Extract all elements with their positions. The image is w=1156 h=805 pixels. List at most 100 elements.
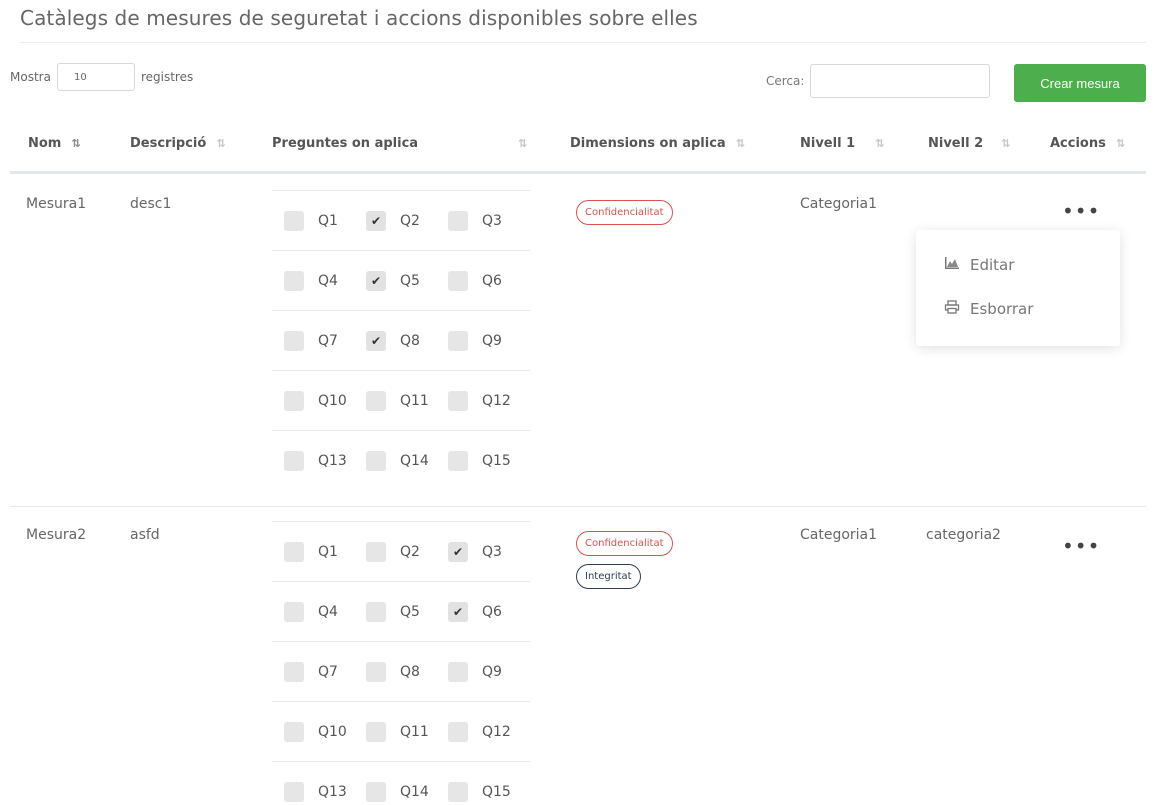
- question-checkbox[interactable]: [284, 781, 304, 802]
- question-checkbox[interactable]: [366, 661, 386, 682]
- sort-icon: ⇅: [1001, 137, 1010, 150]
- question-label: Q1: [318, 543, 338, 560]
- question-row: Q1 ✔ Q2 Q3: [272, 190, 530, 250]
- question-row: Q7 Q8 Q9: [272, 641, 530, 701]
- question-checkbox[interactable]: ✔: [366, 270, 386, 291]
- measure-name: Mesura1: [26, 196, 87, 212]
- question-checkbox[interactable]: [284, 390, 304, 411]
- question-label: Q9: [482, 332, 502, 349]
- question-checkbox[interactable]: [284, 270, 304, 291]
- question-checkbox[interactable]: [448, 330, 468, 351]
- question-checkbox[interactable]: [448, 661, 468, 682]
- title-divider: [20, 42, 1146, 43]
- page-length-select[interactable]: 10: [56, 63, 135, 91]
- question-checkbox[interactable]: [448, 390, 468, 411]
- question-checkbox[interactable]: [448, 721, 468, 742]
- question-label: Q10: [318, 723, 347, 740]
- question-row: Q1 Q2 ✔ Q3: [272, 521, 530, 581]
- question-checkbox[interactable]: ✔: [448, 601, 468, 622]
- column-header-nivell2[interactable]: Nivell 2 ⇅: [928, 136, 1010, 151]
- sort-icon: ⇅: [518, 137, 527, 150]
- question-label: Q6: [482, 603, 502, 620]
- question-checkbox[interactable]: ✔: [366, 210, 386, 231]
- column-header-nivell1[interactable]: Nivell 1 ⇅: [800, 136, 884, 151]
- question-checkbox[interactable]: [448, 270, 468, 291]
- sort-icon: ⇅: [875, 137, 884, 150]
- menu-item-label: Editar: [970, 256, 1015, 274]
- question-item[interactable]: ✔ Q5: [366, 270, 448, 291]
- question-item[interactable]: Q13: [284, 450, 366, 471]
- question-item[interactable]: Q6: [448, 270, 530, 291]
- question-checkbox[interactable]: [366, 541, 386, 562]
- question-checkbox[interactable]: [448, 450, 468, 471]
- question-item[interactable]: Q8: [366, 661, 448, 682]
- question-item[interactable]: Q4: [284, 601, 366, 622]
- menu-item-edit[interactable]: Editar: [944, 256, 1014, 274]
- sort-icon: ⇅: [735, 137, 745, 150]
- question-row: Q13 Q14 Q15: [272, 430, 530, 490]
- question-item[interactable]: Q4: [284, 270, 366, 291]
- question-item[interactable]: Q15: [448, 450, 530, 471]
- question-grid: Q1 ✔ Q2 Q3 Q4 ✔ Q5 Q6 Q7 ✔ Q8 Q9 Q10 Q11 Q1…: [272, 190, 530, 490]
- search-input[interactable]: [810, 64, 991, 98]
- question-checkbox[interactable]: [284, 210, 304, 231]
- measure-name: Mesura2: [26, 527, 87, 543]
- question-item[interactable]: Q10: [284, 390, 366, 411]
- question-item[interactable]: Q1: [284, 210, 366, 231]
- question-checkbox[interactable]: [284, 601, 304, 622]
- menu-item-delete[interactable]: Esborrar: [944, 300, 1033, 318]
- question-label: Q12: [482, 723, 511, 740]
- question-item[interactable]: Q15: [448, 781, 530, 802]
- question-checkbox[interactable]: [448, 781, 468, 802]
- page-length-control: Mostra 10 registres: [10, 62, 193, 92]
- question-checkbox[interactable]: [284, 450, 304, 471]
- question-item[interactable]: ✔ Q6: [448, 601, 530, 622]
- question-item[interactable]: Q1: [284, 541, 366, 562]
- column-header-descripcio[interactable]: Descripció ⇅: [130, 136, 226, 151]
- question-item[interactable]: Q11: [366, 390, 448, 411]
- more-actions-icon[interactable]: •••: [1062, 536, 1100, 556]
- question-item[interactable]: Q9: [448, 330, 530, 351]
- dimension-badge: Confidencialitat: [576, 200, 673, 225]
- question-checkbox[interactable]: [366, 781, 386, 802]
- question-checkbox[interactable]: ✔: [448, 541, 468, 562]
- question-item[interactable]: Q14: [366, 450, 448, 471]
- question-item[interactable]: Q7: [284, 661, 366, 682]
- question-checkbox[interactable]: [284, 330, 304, 351]
- question-checkbox[interactable]: [284, 661, 304, 682]
- question-item[interactable]: Q5: [366, 601, 448, 622]
- question-item[interactable]: ✔ Q2: [366, 210, 448, 231]
- question-item[interactable]: ✔ Q3: [448, 541, 530, 562]
- question-checkbox[interactable]: [366, 601, 386, 622]
- column-header-nom[interactable]: Nom ⇅: [28, 136, 81, 151]
- column-header-preguntes[interactable]: Preguntes on aplica ⇅: [272, 136, 527, 151]
- question-label: Q8: [400, 332, 420, 349]
- question-item[interactable]: Q9: [448, 661, 530, 682]
- column-header-label: Accions: [1050, 136, 1106, 151]
- column-header-accions[interactable]: Accions ⇅: [1050, 136, 1125, 151]
- question-item[interactable]: ✔ Q8: [366, 330, 448, 351]
- question-item[interactable]: Q12: [448, 721, 530, 742]
- question-item[interactable]: Q10: [284, 721, 366, 742]
- question-item[interactable]: Q7: [284, 330, 366, 351]
- question-item[interactable]: Q14: [366, 781, 448, 802]
- question-row: Q10 Q11 Q12: [272, 701, 530, 761]
- question-checkbox[interactable]: [366, 721, 386, 742]
- question-checkbox[interactable]: [448, 210, 468, 231]
- more-actions-icon[interactable]: •••: [1062, 201, 1100, 221]
- question-label: Q12: [482, 392, 511, 409]
- question-item[interactable]: Q12: [448, 390, 530, 411]
- question-checkbox[interactable]: [366, 450, 386, 471]
- question-checkbox[interactable]: [366, 390, 386, 411]
- create-measure-button[interactable]: Crear mesura: [1014, 64, 1146, 102]
- question-item[interactable]: Q3: [448, 210, 530, 231]
- question-item[interactable]: Q11: [366, 721, 448, 742]
- question-label: Q15: [482, 452, 511, 469]
- question-checkbox[interactable]: [284, 721, 304, 742]
- question-item[interactable]: Q2: [366, 541, 448, 562]
- column-header-dimensions[interactable]: Dimensions on aplica ⇅: [570, 136, 745, 151]
- question-checkbox[interactable]: [284, 541, 304, 562]
- question-checkbox[interactable]: ✔: [366, 330, 386, 351]
- question-item[interactable]: Q13: [284, 781, 366, 802]
- sort-icon: ⇅: [216, 137, 225, 150]
